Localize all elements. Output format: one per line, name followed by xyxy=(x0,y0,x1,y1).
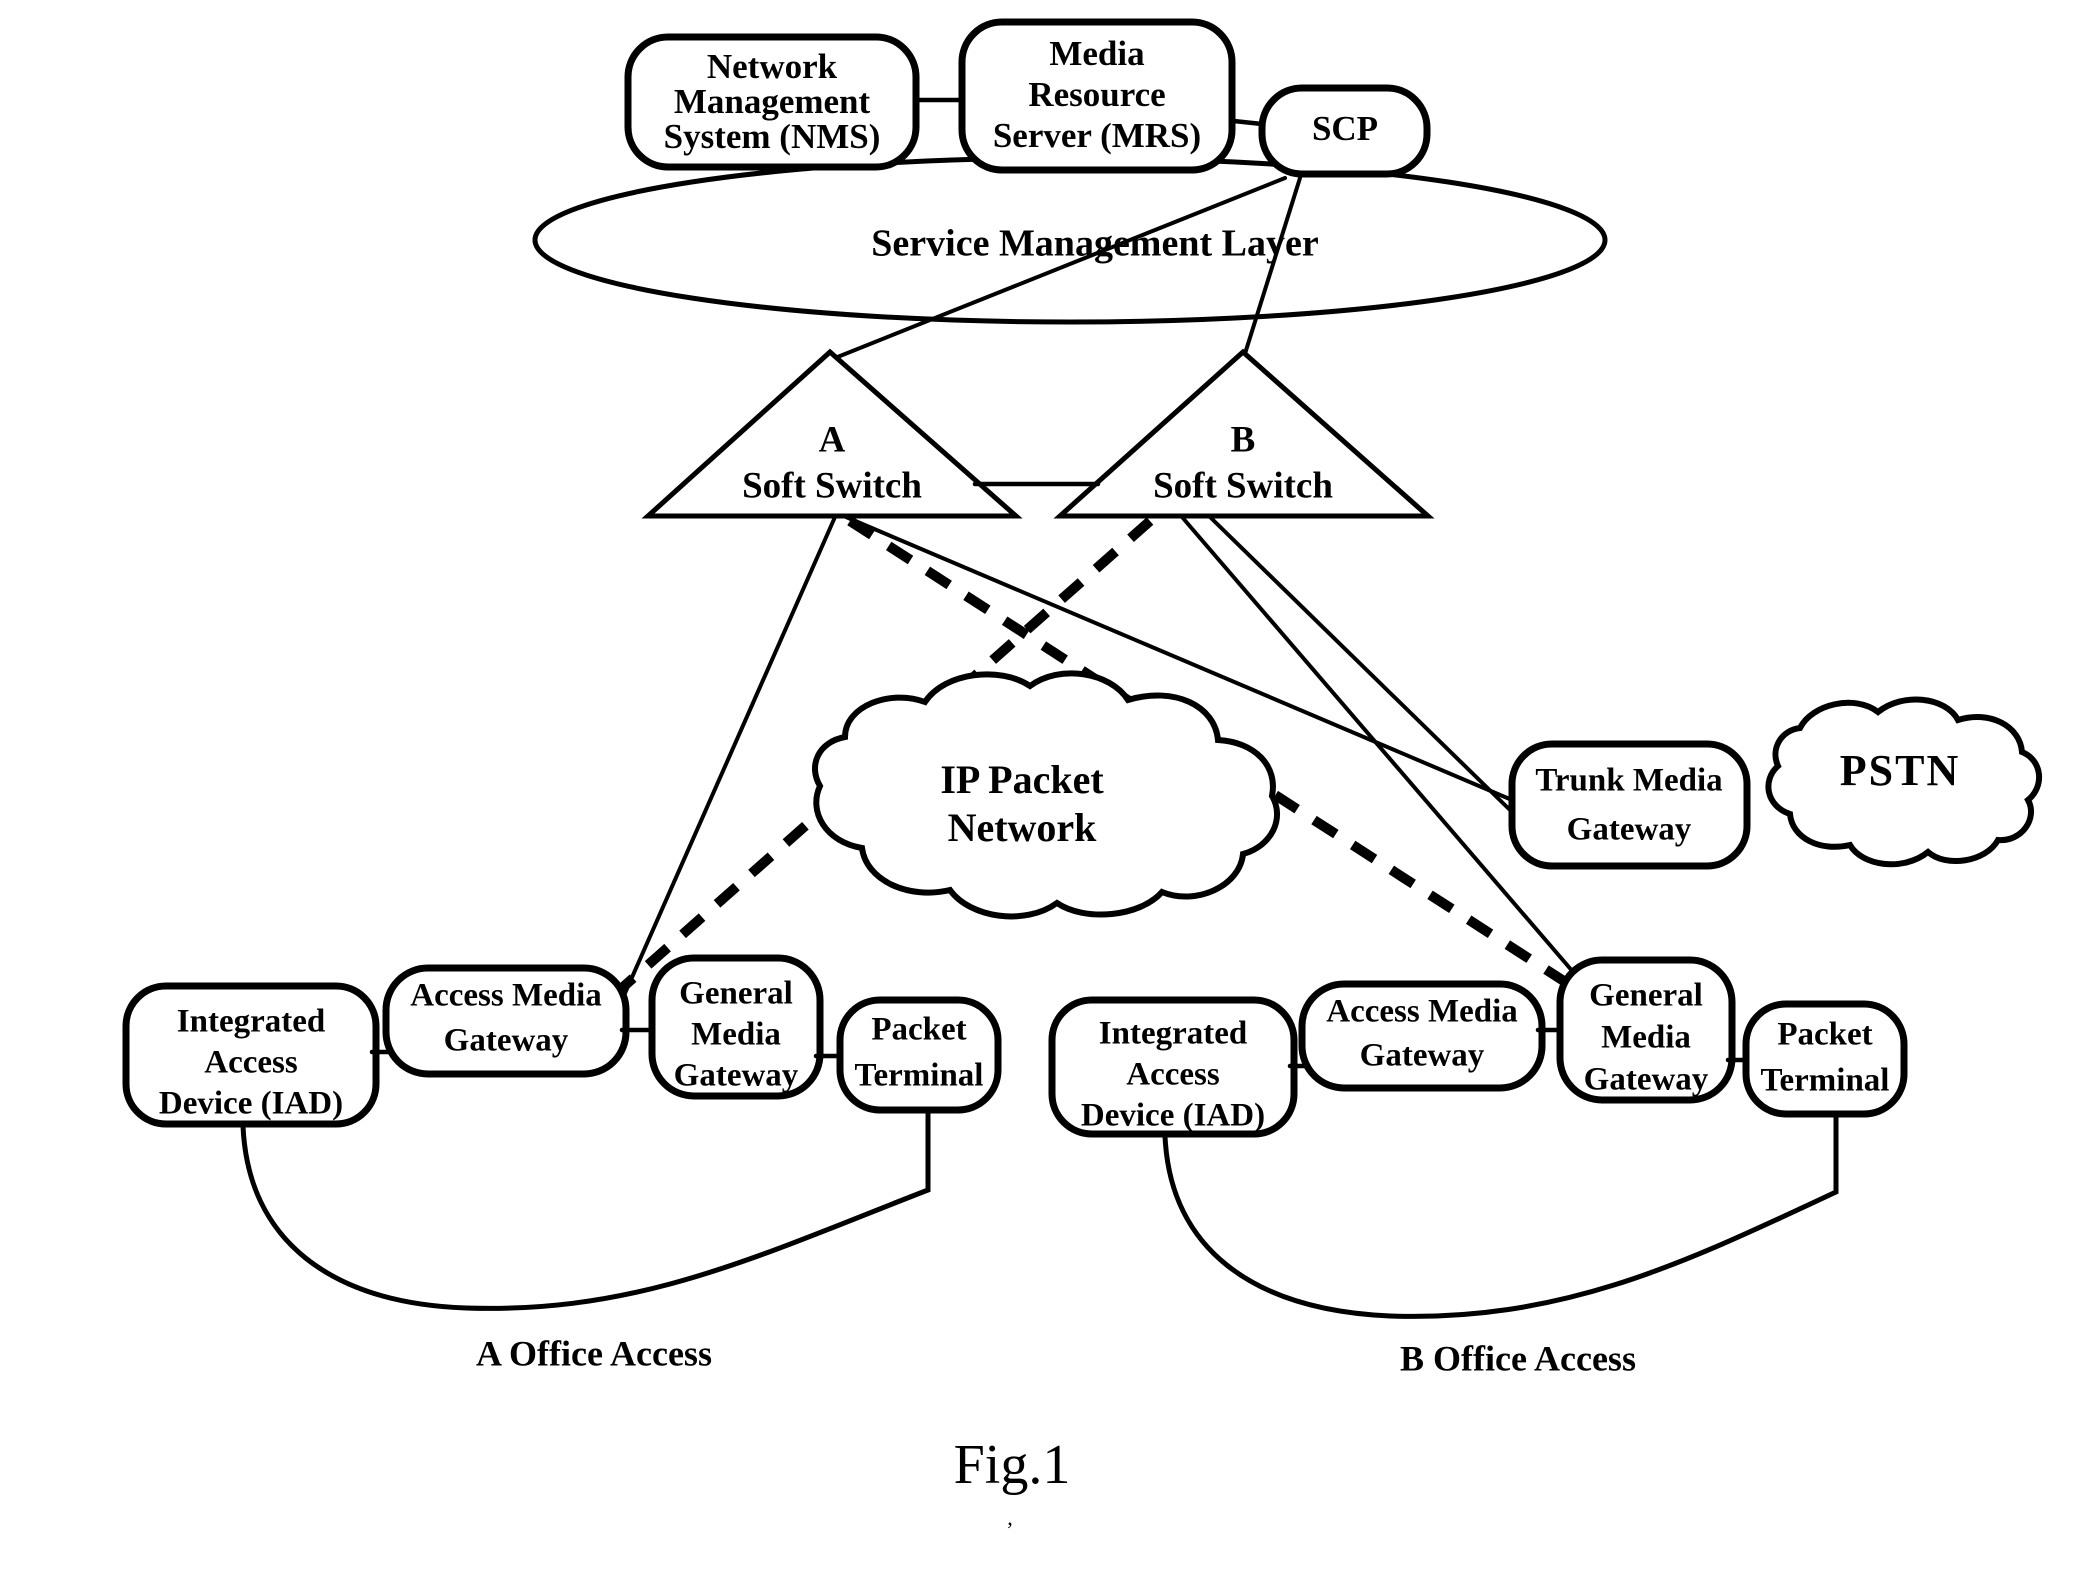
node-iad-office-a-line2: Access xyxy=(204,1045,298,1081)
office-a-grouping-arc xyxy=(240,1107,931,1311)
node-iad-office-b-line2: Access xyxy=(1126,1057,1220,1093)
node-packet-terminal-office-b-line1: Packet xyxy=(1777,1017,1872,1053)
node-iad-office-b-line3: Device (IAD) xyxy=(1081,1098,1265,1134)
office-b-grouping-arc xyxy=(1162,1111,1839,1319)
office-a-label: A Office Access xyxy=(476,1333,712,1373)
node-nms-line3: System (NMS) xyxy=(664,117,881,156)
node-trunk-media-gateway-line1: Trunk Media xyxy=(1535,763,1722,799)
node-softswitch-a-label: Soft Switch xyxy=(742,465,922,506)
network-architecture-diagram: Service Management Layer Network Managem… xyxy=(122,18,2043,1530)
node-nms-line1: Network xyxy=(707,47,838,86)
node-mrs-line3: Server (MRS) xyxy=(993,116,1201,155)
node-general-media-gateway-office-a-line2: Media xyxy=(691,1017,781,1053)
link-softswitch-a-to-access-media-gateway-a xyxy=(620,515,837,1002)
node-softswitch-b-letter: B xyxy=(1231,419,1256,460)
node-general-media-gateway-office-a-line1: General xyxy=(679,976,793,1012)
node-iad-office-b-line1: Integrated xyxy=(1099,1016,1247,1052)
figure-canvas: Service Management Layer Network Managem… xyxy=(0,0,2093,1571)
office-b-label: B Office Access xyxy=(1400,1338,1636,1378)
node-access-media-gateway-office-a-line2: Gateway xyxy=(444,1023,569,1059)
node-general-media-gateway-office-b-line2: Media xyxy=(1601,1020,1691,1056)
node-access-media-gateway-office-b-line2: Gateway xyxy=(1360,1038,1485,1074)
node-iad-office-a-line3: Device (IAD) xyxy=(159,1086,343,1122)
node-packet-terminal-office-b-line2: Terminal xyxy=(1761,1063,1890,1099)
service-management-layer-label: Service Management Layer xyxy=(871,223,1319,265)
node-nms-line2: Management xyxy=(674,82,871,121)
node-trunk-media-gateway-line2: Gateway xyxy=(1567,812,1692,848)
link-scp-to-softswitch-b xyxy=(1241,176,1302,362)
node-packet-terminal-office-a-line2: Terminal xyxy=(855,1058,984,1094)
node-softswitch-b-label: Soft Switch xyxy=(1153,465,1333,506)
link-scp-to-softswitch-a xyxy=(828,176,1287,362)
cloud-pstn-label: PSTN xyxy=(1840,746,1960,795)
node-packet-terminal-office-a-line1: Packet xyxy=(871,1012,966,1048)
cloud-ip-packet-network-line1: IP Packet xyxy=(940,757,1104,802)
node-softswitch-a-letter: A xyxy=(819,419,846,460)
node-access-media-gateway-office-a-line1: Access Media xyxy=(410,978,602,1014)
cloud-ip-packet-network-line2: Network xyxy=(948,805,1098,850)
node-general-media-gateway-office-b-line1: General xyxy=(1589,978,1703,1014)
node-mrs-line1: Media xyxy=(1049,34,1144,73)
node-access-media-gateway-office-b-line1: Access Media xyxy=(1326,994,1518,1030)
node-general-media-gateway-office-a-line3: Gateway xyxy=(674,1058,799,1094)
node-general-media-gateway-office-b-line3: Gateway xyxy=(1584,1062,1709,1098)
node-mrs-line2: Resource xyxy=(1028,75,1165,114)
caption-stray-mark: , xyxy=(1007,1505,1013,1530)
node-iad-office-a-line1: Integrated xyxy=(177,1004,325,1040)
figure-caption: Fig.1 xyxy=(954,1434,1071,1496)
node-scp-label: SCP xyxy=(1312,109,1378,148)
